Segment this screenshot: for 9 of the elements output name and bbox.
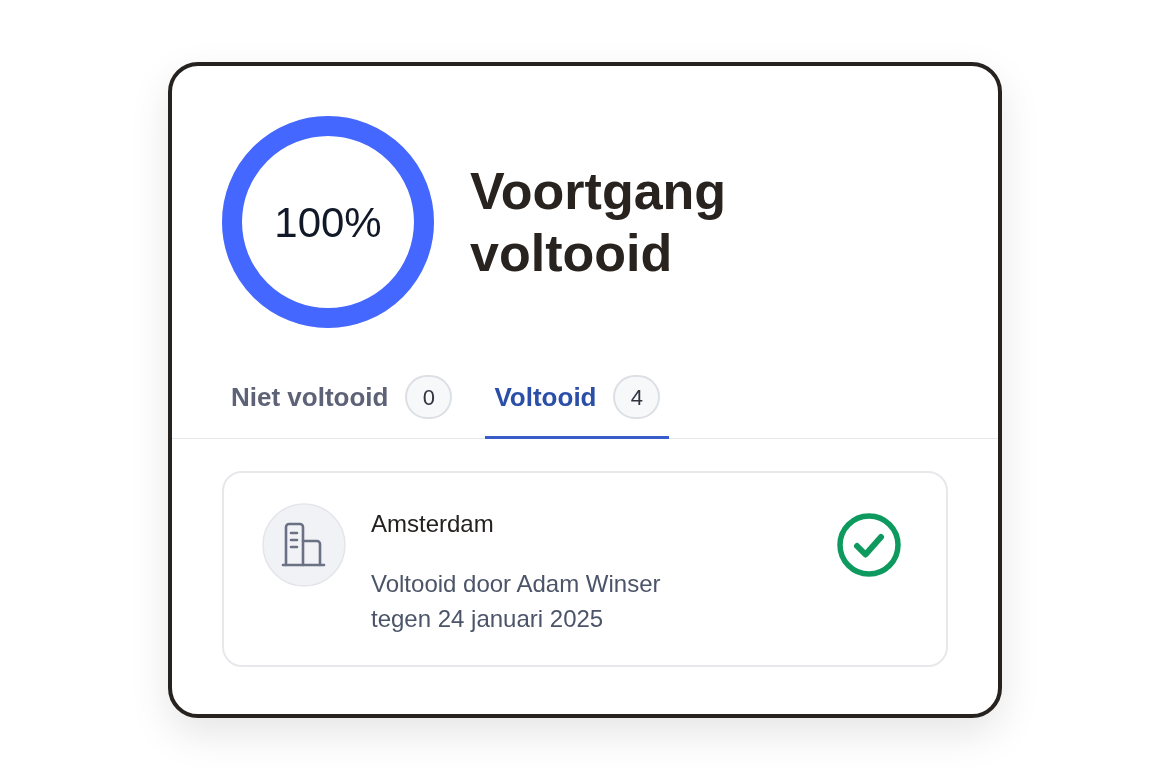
- tab[interactable]: Voltooid 4: [485, 375, 670, 439]
- tab[interactable]: Niet voltooid 0: [222, 375, 462, 439]
- progress-title: Voortgang voltooid: [470, 161, 728, 284]
- tab-count: 4: [613, 375, 661, 419]
- building-icon: [262, 503, 346, 587]
- progress-percent: 100%: [274, 197, 382, 248]
- task-title: Amsterdam: [371, 509, 494, 539]
- task-description: Voltooid door Adam Winser tegen 24 januari 2025: [371, 569, 662, 634]
- tab-count: 0: [405, 375, 453, 419]
